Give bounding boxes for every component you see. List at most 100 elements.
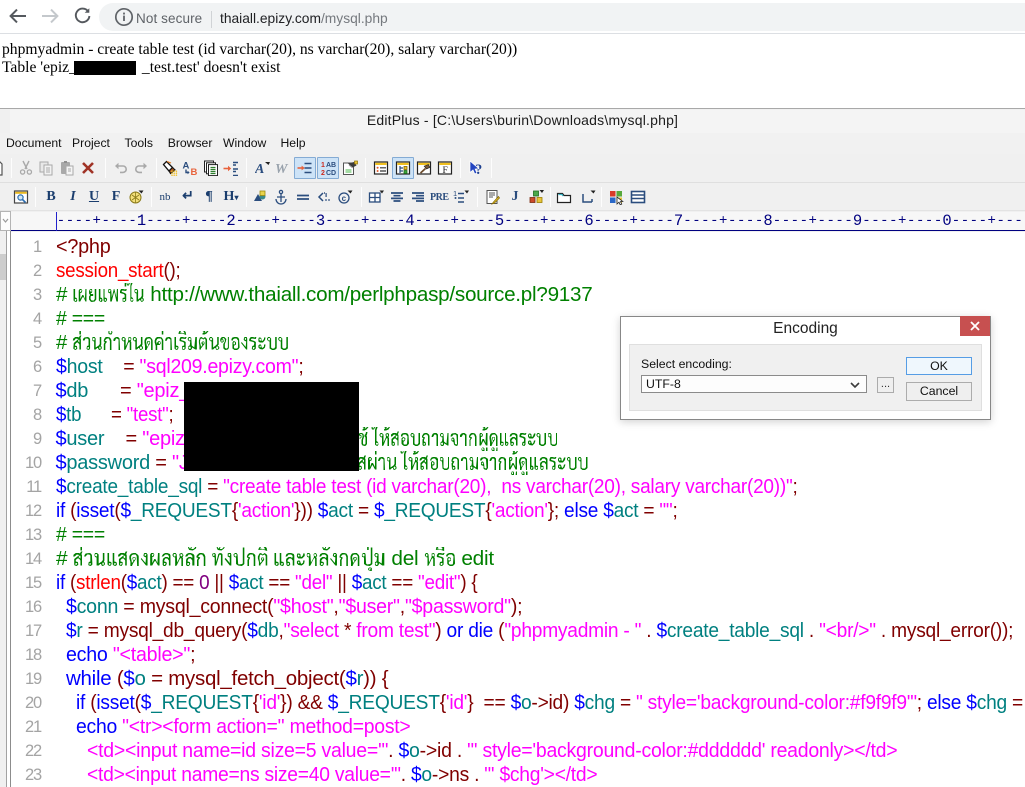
line-numbers-icon[interactable]: 1 AB 2 CD [320,160,336,176]
display-font-icon[interactable]: A [255,160,271,176]
ok-button[interactable]: OK [906,357,972,375]
context-help-icon[interactable]: ? [468,160,484,176]
anchor-icon[interactable] [273,189,289,205]
code-token: == [262,572,295,594]
toolbar-separator [550,187,551,207]
comment-icon[interactable] [316,189,332,205]
special-char-icon[interactable]: c [337,189,353,205]
code-token: = [80,404,127,426]
reload-icon[interactable] [70,4,94,28]
list-icon-icon[interactable]: 1 [453,189,470,205]
bold-icon[interactable]: B [43,189,59,205]
tool-window-icon[interactable] [416,160,432,176]
code-token: "' style='background-color:#dddddd' read… [466,740,897,762]
find-icon[interactable] [162,160,178,176]
code-token: host [66,356,103,378]
code-token: o [520,692,532,714]
italic-icon[interactable]: I [65,189,81,205]
encoding-dialog: Encoding Select encoding: UTF-8 ... OK C… [620,316,991,420]
cut-icon[interactable] [18,160,34,176]
address-bar[interactable]: Not secure thaiall.epizy.com/mysql.php [99,3,1025,31]
code-token: create_table_sql [666,620,804,642]
redo-icon[interactable] [134,160,150,176]
line-break-icon[interactable]: ↵ [180,189,196,205]
line-number: 22 [25,742,42,760]
code-token: $ [246,620,258,642]
code-line-21: 21 echo "<tr><form action='' method=post> [11,715,1025,739]
word-wrap-w-icon[interactable]: W [275,160,291,176]
color-picker-icon[interactable] [128,189,144,205]
horizontal-rule-icon[interactable] [295,189,311,205]
code-token: <?php [55,236,111,258]
delete-icon[interactable] [80,160,96,176]
pre-icon[interactable]: PRE [430,189,449,205]
forward-icon[interactable] [38,4,62,28]
browse-button[interactable]: ... [877,377,894,393]
replace-icon[interactable]: AB [182,160,198,177]
align-right-icon[interactable] [410,189,426,205]
line-number: 4 [33,310,42,328]
new-document-partial-icon[interactable] [0,160,5,176]
objects-icon[interactable] [528,189,544,205]
directory-window-icon[interactable] [373,160,389,176]
table-icon[interactable] [368,189,384,205]
menu-window[interactable]: Window [223,133,266,154]
code-token: )) { [362,668,388,690]
paste-icon[interactable] [59,160,75,176]
info-icon[interactable] [112,5,136,29]
back-icon[interactable] [6,4,30,28]
heading-icon[interactable]: H▾ [223,189,239,205]
form-icon[interactable] [485,189,501,205]
pre-glyph: PRE [430,192,449,203]
code-token: "edit" [417,572,460,594]
cancel-button[interactable]: Cancel [906,382,972,401]
menu-project[interactable]: Project [72,133,110,154]
url-text[interactable]: thaiall.epizy.com/mysql.php [220,11,388,26]
encoding-select[interactable]: UTF-8 [641,375,867,393]
copy-icon[interactable] [38,160,54,176]
code-token: = mysql_connect( [117,596,274,618]
menu-help[interactable]: Help [281,133,306,154]
cliptext-window-icon[interactable] [395,160,411,176]
nb-icon[interactable]: nb [157,189,173,205]
javascript-icon[interactable]: J [507,189,523,205]
menu-document[interactable]: Document [6,133,62,154]
javascript-glyph: J [511,189,519,204]
code-token: = [104,428,143,450]
function-window-icon[interactable]: F [437,160,453,176]
toolbar-separator [246,187,247,207]
split-window-icon[interactable] [630,189,646,205]
code-token: strlen [75,572,121,594]
svg-text:A: A [255,162,264,176]
windows-colors-icon[interactable] [608,189,624,205]
menu-browser[interactable]: Browser [168,133,213,154]
target-frame-icon[interactable] [580,189,596,205]
encoding-value: UTF-8 [646,377,681,391]
image-icon[interactable] [252,189,268,205]
browser-preview-icon[interactable] [13,189,29,205]
paragraph-icon[interactable]: ¶ [201,189,217,205]
folder-icon[interactable] [556,189,572,205]
menu-tools[interactable]: Tools [125,133,153,154]
code-token: $ [55,452,67,474]
code-token: o [421,764,432,786]
toolbar-separator [601,187,602,207]
underline-icon[interactable]: U [86,189,102,205]
goto-line-icon[interactable] [223,160,239,176]
undo-icon[interactable] [112,160,128,176]
align-center-icon[interactable] [389,189,405,205]
code-line-9: 9 $user = "epiz [11,423,1025,454]
line-number: 18 [25,646,42,664]
security-label[interactable]: Not secure [136,11,202,26]
font-icon[interactable]: F [108,189,124,205]
auto-indent-icon[interactable] [297,160,313,176]
toolbar-separator [365,158,366,178]
dialog-close-button[interactable] [960,316,990,336]
code-token: = mysql_db_query( [82,620,247,642]
code-text: $host = "sql209.epizy.com"; [56,355,304,379]
code-token: = [614,692,637,714]
thai-text-svg [72,538,385,574]
line-number: 7 [33,382,42,400]
preferences-icon[interactable] [342,160,358,176]
find-in-files-icon[interactable] [203,160,219,176]
